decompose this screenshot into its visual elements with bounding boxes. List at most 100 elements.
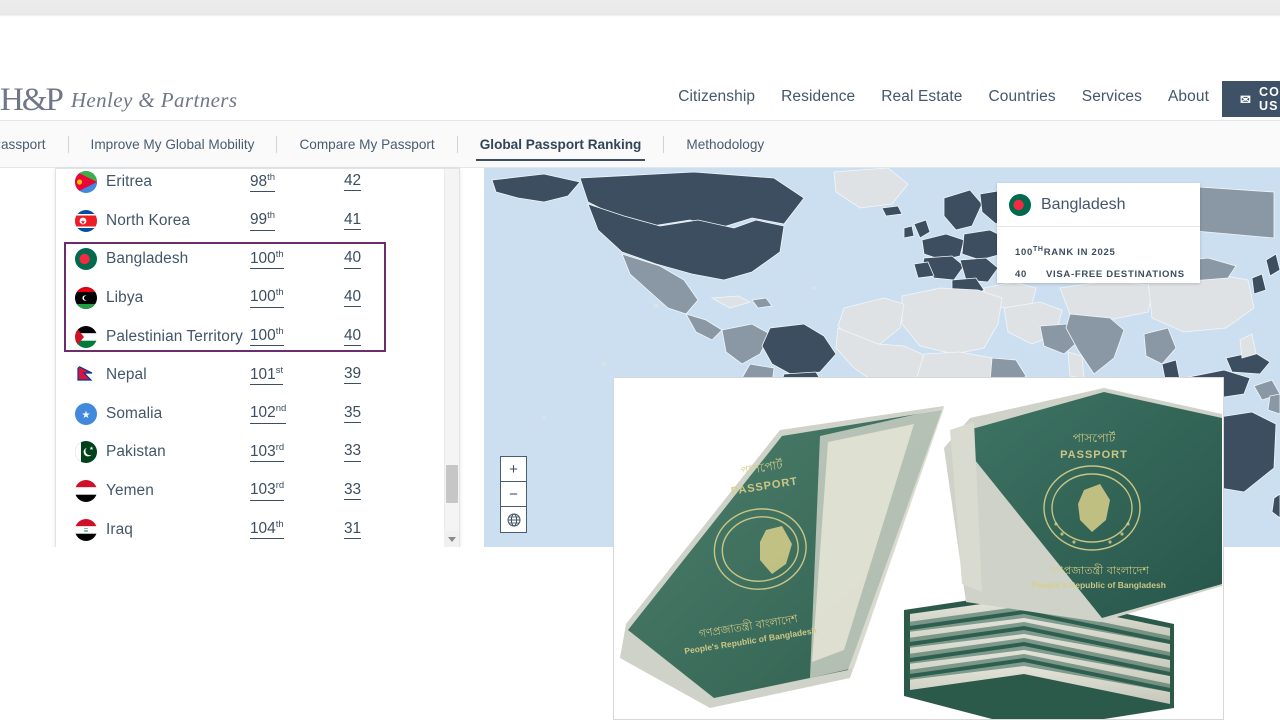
country-name: Yemen bbox=[106, 482, 154, 500]
flag-north-korea-icon: ★ bbox=[75, 210, 97, 232]
flag-bangladesh-icon bbox=[75, 248, 97, 270]
rank-value[interactable]: 98th bbox=[250, 173, 275, 192]
passport-image-panel: পাসপোর্ট PASSPORT গণপ্রজাতন্ত্রী বাংলাদে… bbox=[613, 377, 1224, 720]
tooltip-visa-number: 40 bbox=[1015, 264, 1046, 286]
table-row[interactable]: ☰ Iraq 104th 31 bbox=[56, 510, 443, 547]
svg-text:People's Republic of Banglades: People's Republic of Bangladesh bbox=[1032, 580, 1166, 590]
nav-item-citizenship[interactable]: Citizenship bbox=[665, 88, 768, 106]
tab-my-passport[interactable]: My Passport bbox=[0, 137, 68, 152]
chevron-down-icon bbox=[448, 537, 456, 542]
scrollbar-thumb[interactable] bbox=[446, 465, 458, 503]
svg-text:গণপ্রজাতন্ত্রী বাংলাদেশ: গণপ্রজাতন্ত্রী বাংলাদেশ bbox=[1049, 564, 1149, 577]
table-row[interactable]: Bangladesh 100th 40 bbox=[56, 240, 443, 279]
nav-item-countries[interactable]: Countries bbox=[976, 88, 1069, 106]
country-tooltip-card: Bangladesh 100THRANK IN 2025 40VISA-FREE… bbox=[997, 183, 1200, 283]
nav-item-about[interactable]: About bbox=[1155, 88, 1222, 106]
tab-compare-my-passport[interactable]: Compare My Passport bbox=[277, 137, 456, 152]
svg-text:★: ★ bbox=[82, 410, 91, 421]
flag-iraq-icon: ☰ bbox=[75, 519, 97, 541]
visa-free-value[interactable]: 39 bbox=[344, 366, 361, 384]
country-name: Somalia bbox=[106, 405, 162, 423]
bangladesh-passport-photo: পাসপোর্ট PASSPORT গণপ্রজাতন্ত্রী বাংলাদে… bbox=[614, 378, 1224, 720]
logo-wordmark: Henley & Partners bbox=[71, 88, 238, 113]
visa-free-value[interactable]: 40 bbox=[344, 289, 361, 307]
country-name: Libya bbox=[106, 289, 143, 307]
passport-ranking-list-panel[interactable]: Eritrea 98th 42 ★ North Korea 99th 41 bbox=[55, 168, 460, 548]
rank-value[interactable]: 103rd bbox=[250, 443, 284, 462]
rank-value[interactable]: 104th bbox=[250, 520, 284, 539]
globe-icon[interactable] bbox=[501, 507, 526, 532]
table-row[interactable]: Palestinian Territory 100th 40 bbox=[56, 317, 443, 356]
svg-text:☰: ☰ bbox=[84, 528, 89, 534]
country-name: Pakistan bbox=[106, 443, 166, 461]
tooltip-body: 100THRANK IN 2025 40VISA-FREE DESTINATIO… bbox=[997, 227, 1200, 286]
visa-free-value[interactable]: 33 bbox=[344, 443, 361, 461]
ranking-scroll-viewport: Eritrea 98th 42 ★ North Korea 99th 41 bbox=[56, 169, 443, 547]
browser-top-strip bbox=[0, 0, 1280, 14]
tooltip-visa-label: VISA-FREE DESTINATIONS bbox=[1046, 269, 1185, 280]
visa-free-value[interactable]: 31 bbox=[344, 521, 361, 539]
sub-navigation: My Passport Improve My Global Mobility C… bbox=[0, 121, 1280, 167]
main-navigation: Citizenship Residence Real Estate Countr… bbox=[665, 88, 1222, 106]
tooltip-header: Bangladesh bbox=[997, 183, 1200, 227]
site-logo[interactable]: H&P Henley & Partners bbox=[0, 79, 237, 116]
contact-us-label: CONTACT US bbox=[1259, 85, 1280, 113]
visa-free-value[interactable]: 40 bbox=[344, 328, 361, 346]
table-row[interactable]: Nepal 101st 39 bbox=[56, 356, 443, 395]
country-name: Bangladesh bbox=[106, 250, 188, 268]
table-row[interactable]: Yemen 103rd 33 bbox=[56, 472, 443, 511]
rank-value[interactable]: 100th bbox=[250, 288, 284, 307]
flag-eritrea-icon bbox=[75, 171, 97, 193]
rank-value[interactable]: 103rd bbox=[250, 481, 284, 500]
rank-value[interactable]: 102nd bbox=[250, 404, 286, 423]
visa-free-value[interactable]: 42 bbox=[344, 173, 361, 191]
table-row[interactable]: ★ Somalia 102nd 35 bbox=[56, 395, 443, 434]
tab-methodology[interactable]: Methodology bbox=[664, 137, 786, 152]
tooltip-rank-number: 100 bbox=[1015, 247, 1033, 258]
country-name: Palestinian Territory bbox=[106, 328, 243, 346]
svg-text:★: ★ bbox=[89, 446, 94, 452]
visa-free-value[interactable]: 40 bbox=[344, 250, 361, 268]
visa-free-value[interactable]: 41 bbox=[344, 212, 361, 230]
country-name: North Korea bbox=[106, 212, 190, 230]
site-header: H&P Henley & Partners Citizenship Reside… bbox=[0, 17, 1280, 120]
table-row[interactable]: Eritrea 98th 42 bbox=[56, 169, 443, 202]
table-row[interactable]: Libya 100th 40 bbox=[56, 279, 443, 318]
visa-free-value[interactable]: 33 bbox=[344, 482, 361, 500]
table-row[interactable]: ★ North Korea 99th 41 bbox=[56, 202, 443, 241]
country-name: Eritrea bbox=[106, 173, 152, 191]
contact-us-button[interactable]: ✉ CONTACT US bbox=[1222, 81, 1280, 117]
svg-text:PASSPORT: PASSPORT bbox=[1060, 449, 1128, 461]
flag-somalia-icon: ★ bbox=[75, 403, 97, 425]
flag-libya-icon bbox=[75, 287, 97, 309]
flag-palestinian-territory-icon bbox=[75, 326, 97, 348]
scrollbar-down-button[interactable] bbox=[444, 531, 459, 547]
flag-pakistan-icon: ★ bbox=[75, 441, 97, 463]
tab-global-passport-ranking[interactable]: Global Passport Ranking bbox=[458, 137, 664, 152]
logo-monogram: H&P bbox=[0, 82, 62, 119]
nav-item-real-estate[interactable]: Real Estate bbox=[868, 88, 975, 106]
minus-icon[interactable]: − bbox=[501, 482, 526, 507]
ranking-list: Eritrea 98th 42 ★ North Korea 99th 41 bbox=[56, 169, 443, 547]
rank-value[interactable]: 99th bbox=[250, 211, 275, 230]
table-row[interactable]: ★ Pakistan 103rd 33 bbox=[56, 433, 443, 472]
visa-free-value[interactable]: 35 bbox=[344, 405, 361, 423]
nav-item-residence[interactable]: Residence bbox=[768, 88, 868, 106]
nav-item-services[interactable]: Services bbox=[1069, 88, 1155, 106]
flag-bangladesh-icon bbox=[1009, 194, 1031, 216]
rank-value[interactable]: 100th bbox=[250, 250, 284, 269]
tooltip-rank-ordinal: TH bbox=[1033, 246, 1044, 253]
tooltip-rank-label: RANK IN 2025 bbox=[1044, 247, 1116, 258]
rank-value[interactable]: 100th bbox=[250, 327, 284, 346]
tooltip-visa-line: 40VISA-FREE DESTINATIONS bbox=[1015, 264, 1200, 286]
rank-value[interactable]: 101st bbox=[250, 366, 283, 385]
map-zoom-controls: + − bbox=[500, 456, 527, 533]
country-name: Nepal bbox=[106, 366, 147, 384]
list-scrollbar[interactable] bbox=[444, 169, 459, 547]
flag-yemen-icon bbox=[75, 480, 97, 502]
plus-icon[interactable]: + bbox=[501, 457, 526, 482]
svg-text:পাসপোর্ট: পাসপোর্ট bbox=[1073, 431, 1116, 445]
tab-improve-my-global-mobility[interactable]: Improve My Global Mobility bbox=[69, 137, 277, 152]
country-name: Iraq bbox=[106, 521, 133, 539]
tooltip-rank-line: 100THRANK IN 2025 bbox=[1015, 239, 1200, 264]
